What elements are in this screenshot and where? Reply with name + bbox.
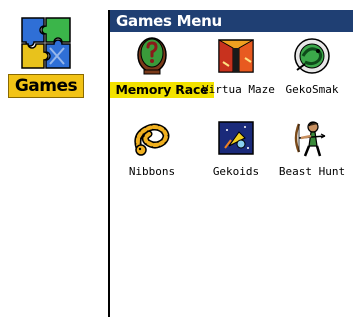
game-item-gekoids[interactable]: Gekoids <box>194 116 278 182</box>
game-item-nibbons[interactable]: Nibbons <box>110 116 194 182</box>
game-item-virtua-maze[interactable]: Virtua Maze <box>194 34 278 100</box>
puzzle-icon <box>21 17 71 69</box>
game-label: Virtua Maze <box>202 83 275 96</box>
nibbons-icon <box>134 123 170 156</box>
launcher-label: Games <box>8 74 84 98</box>
window-title: Games Menu <box>116 12 222 30</box>
game-label: GekoSmak <box>285 83 339 96</box>
virtua-maze-icon <box>218 39 254 73</box>
game-item-beast-hunt[interactable]: Beast Hunt <box>270 116 353 182</box>
game-item-memory-race[interactable]: Memory Race <box>110 34 214 100</box>
games-launcher[interactable]: Games <box>6 16 86 106</box>
gekosmak-icon <box>294 38 330 74</box>
games-menu-window: Games Menu Memory Race Virtua Maze GekoS… <box>108 10 353 317</box>
game-item-gekosmak[interactable]: GekoSmak <box>270 34 353 100</box>
memory-race-icon <box>137 37 167 75</box>
game-label: Beast Hunt <box>278 165 346 178</box>
title-bar: Games Menu <box>110 10 353 32</box>
game-label: Nibbons <box>128 165 176 178</box>
screen: Games Games Menu Memory Race Virtua Maze… <box>0 0 353 317</box>
beast-hunt-icon <box>294 121 326 157</box>
game-label: Gekoids <box>212 165 260 178</box>
gekoids-icon <box>218 121 254 155</box>
games-grid: Memory Race Virtua Maze GekoSmak Nibbons… <box>110 34 353 184</box>
